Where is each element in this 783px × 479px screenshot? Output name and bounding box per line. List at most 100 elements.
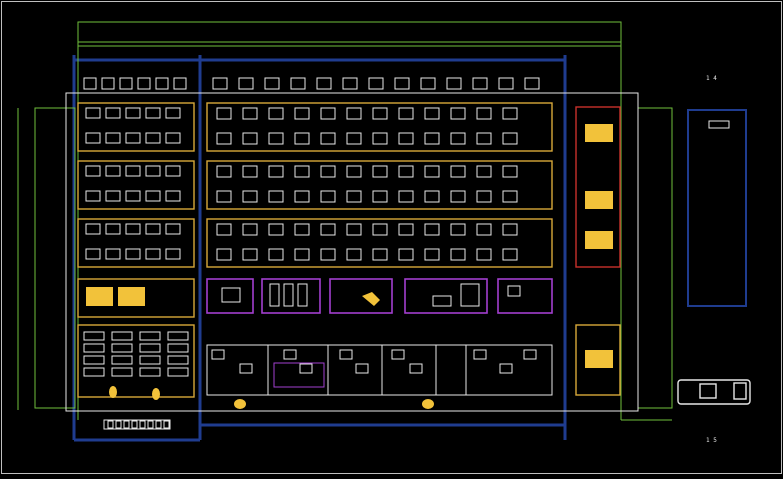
bed-symbol [450, 248, 466, 261]
locker-symbol [111, 367, 133, 377]
dimension-lines [17, 21, 673, 421]
bed-symbol [294, 165, 310, 178]
bed-symbol [268, 107, 284, 120]
desk-symbol [446, 77, 462, 90]
bed-symbol [145, 132, 161, 144]
locker-symbol [83, 343, 105, 353]
bed-symbol [216, 190, 232, 203]
bed-symbol [85, 248, 101, 260]
post-symbol [131, 420, 138, 429]
bed-symbol [476, 132, 492, 145]
bed-symbol [216, 132, 232, 145]
bed-symbol [320, 107, 336, 120]
bed-symbol [165, 132, 181, 144]
left-rooms [77, 102, 195, 398]
vehicle-symbol [677, 379, 751, 405]
post-symbol [123, 420, 130, 429]
bed-symbol [125, 223, 141, 235]
desk-symbol [238, 77, 254, 90]
bed-symbol [105, 132, 121, 144]
desk-symbol [83, 77, 97, 90]
desk-symbol [394, 77, 410, 90]
bed-symbol [398, 223, 414, 236]
bed-symbol [125, 132, 141, 144]
desk-symbol [173, 77, 187, 90]
equipment-symbol [283, 283, 294, 307]
floor-plan-drawing [1, 1, 782, 474]
bed-symbol [216, 165, 232, 178]
bed-symbol [502, 132, 518, 145]
locker-symbol [167, 331, 189, 341]
bed-symbol [216, 107, 232, 120]
bed-symbol [165, 190, 181, 202]
fixture-symbol [409, 363, 423, 374]
bed-symbol [450, 132, 466, 145]
fixture-symbol [283, 349, 297, 360]
desk-symbol [101, 77, 115, 90]
bed-symbol [476, 248, 492, 261]
equipment-symbol [269, 283, 280, 307]
bed-symbol [216, 248, 232, 261]
bed-symbol [346, 248, 362, 261]
bed-symbol [450, 190, 466, 203]
locker-symbol [139, 343, 161, 353]
desk-symbol [342, 77, 358, 90]
bed-symbol [268, 248, 284, 261]
bed-symbol [85, 165, 101, 177]
bed-symbol [125, 190, 141, 202]
bed-symbol [372, 165, 388, 178]
main-wards [206, 102, 553, 268]
desk-symbol [420, 77, 436, 90]
desk-symbol [264, 77, 280, 90]
locker-symbol [167, 343, 189, 353]
desk-symbol [524, 77, 540, 90]
fixture-symbol [473, 349, 487, 360]
locker-symbol [139, 355, 161, 365]
bed-symbol [502, 223, 518, 236]
locker-symbol [83, 367, 105, 377]
bed-symbol [502, 165, 518, 178]
bed-symbol [268, 132, 284, 145]
equipment-symbol [432, 295, 452, 307]
fixture-symbol [339, 349, 353, 360]
bed-symbol [476, 190, 492, 203]
locker-symbol [139, 331, 161, 341]
locker-symbol [111, 355, 133, 365]
bed-symbol [125, 107, 141, 119]
purple-rooms [206, 278, 553, 314]
bed-symbol [424, 190, 440, 203]
equipment-symbol [507, 285, 521, 297]
desk-symbol [212, 77, 228, 90]
equipment-symbol [221, 287, 241, 303]
post-symbol [115, 420, 122, 429]
furniture-symbols [83, 77, 540, 429]
sheet-frame [1, 1, 782, 474]
bed-symbol [145, 223, 161, 235]
locker-symbol [139, 367, 161, 377]
desk-symbol [290, 77, 306, 90]
bed-symbol [398, 132, 414, 145]
fixture-symbol [299, 363, 313, 374]
bed-symbol [145, 190, 161, 202]
north-marker-label: 1 4 [706, 75, 717, 82]
fixture-symbol [391, 349, 405, 360]
desk-symbol [316, 77, 332, 90]
bed-symbol [165, 107, 181, 119]
bed-symbol [450, 165, 466, 178]
right-annex [687, 109, 747, 307]
bed-symbol [502, 190, 518, 203]
equipment-symbol [460, 283, 480, 307]
desk-symbol [137, 77, 151, 90]
bed-symbol [85, 223, 101, 235]
bed-symbol [125, 165, 141, 177]
bed-symbol [372, 107, 388, 120]
bed-symbol [372, 190, 388, 203]
desk-symbol [155, 77, 169, 90]
cad-floor-plan: 1 4 1 5 [0, 0, 783, 475]
bed-symbol [294, 248, 310, 261]
fixture-symbol [239, 363, 253, 374]
locker-symbol [111, 343, 133, 353]
fixture-symbol [523, 349, 537, 360]
bed-symbol [346, 223, 362, 236]
bed-symbol [145, 165, 161, 177]
